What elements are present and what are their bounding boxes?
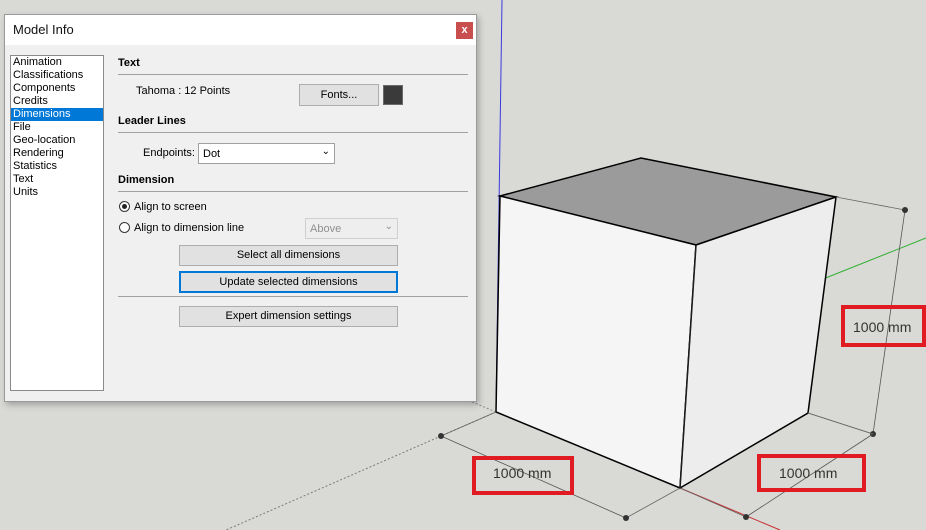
close-button[interactable]: x: [456, 22, 473, 39]
nav-item-units[interactable]: Units: [11, 186, 103, 199]
dim-endpoint-dot: [623, 515, 629, 521]
nav-item-text[interactable]: Text: [11, 173, 103, 186]
align-screen-radio[interactable]: [119, 201, 130, 212]
fonts-button[interactable]: Fonts...: [299, 84, 379, 106]
align-screen-label[interactable]: Align to screen: [134, 201, 207, 213]
text-color-swatch[interactable]: [383, 85, 403, 105]
dim-endpoint-dot: [743, 514, 749, 520]
endpoints-select[interactable]: Dot ⌄: [198, 143, 335, 164]
nav-item-components[interactable]: Components: [11, 82, 103, 95]
highlight-box-bottom-left: [472, 456, 574, 495]
endpoints-label: Endpoints:: [143, 147, 195, 159]
nav-item-classifications[interactable]: Classifications: [11, 69, 103, 82]
section-divider: [118, 191, 468, 192]
nav-item-credits[interactable]: Credits: [11, 95, 103, 108]
highlight-box-bottom-right: [757, 454, 866, 492]
category-list[interactable]: Animation Classifications Components Cre…: [10, 55, 104, 391]
section-divider: [118, 296, 468, 297]
dialog-title: Model Info: [13, 22, 74, 37]
dialog-titlebar[interactable]: Model Info x: [5, 15, 476, 45]
section-divider: [118, 74, 468, 75]
font-value: Tahoma : 12 Points: [136, 85, 231, 97]
nav-item-animation[interactable]: Animation: [11, 56, 103, 69]
section-divider: [118, 132, 468, 133]
highlight-box-right: [841, 305, 926, 347]
section-title-leader-lines: Leader Lines: [118, 115, 186, 127]
dim-extension-line: [835, 196, 906, 211]
close-icon: x: [461, 24, 468, 36]
model-info-dialog: Model Info x Animation Classifications C…: [4, 14, 477, 402]
dim-endpoint-dot: [438, 433, 444, 439]
nav-item-geo-location[interactable]: Geo-location: [11, 134, 103, 147]
nav-item-dimensions[interactable]: Dimensions: [11, 108, 103, 121]
expert-dimension-settings-button[interactable]: Expert dimension settings: [179, 306, 398, 327]
chevron-down-icon: ⌄: [384, 221, 393, 232]
endpoints-value: Dot: [203, 148, 221, 160]
section-title-text: Text: [118, 57, 140, 69]
align-line-radio[interactable]: [119, 222, 130, 233]
select-all-dimensions-button[interactable]: Select all dimensions: [179, 245, 398, 266]
cube-left-face: [495, 195, 697, 490]
align-line-select[interactable]: Above ⌄: [305, 218, 398, 239]
nav-item-rendering[interactable]: Rendering: [11, 147, 103, 160]
dim-endpoint-dot: [902, 207, 908, 213]
section-title-dimension: Dimension: [118, 174, 175, 186]
chevron-down-icon: ⌄: [321, 146, 330, 157]
align-line-value: Above: [310, 223, 342, 235]
nav-item-file[interactable]: File: [11, 121, 103, 134]
nav-item-statistics[interactable]: Statistics: [11, 160, 103, 173]
update-selected-dimensions-button[interactable]: Update selected dimensions: [179, 271, 398, 293]
align-line-label[interactable]: Align to dimension line: [134, 222, 244, 234]
